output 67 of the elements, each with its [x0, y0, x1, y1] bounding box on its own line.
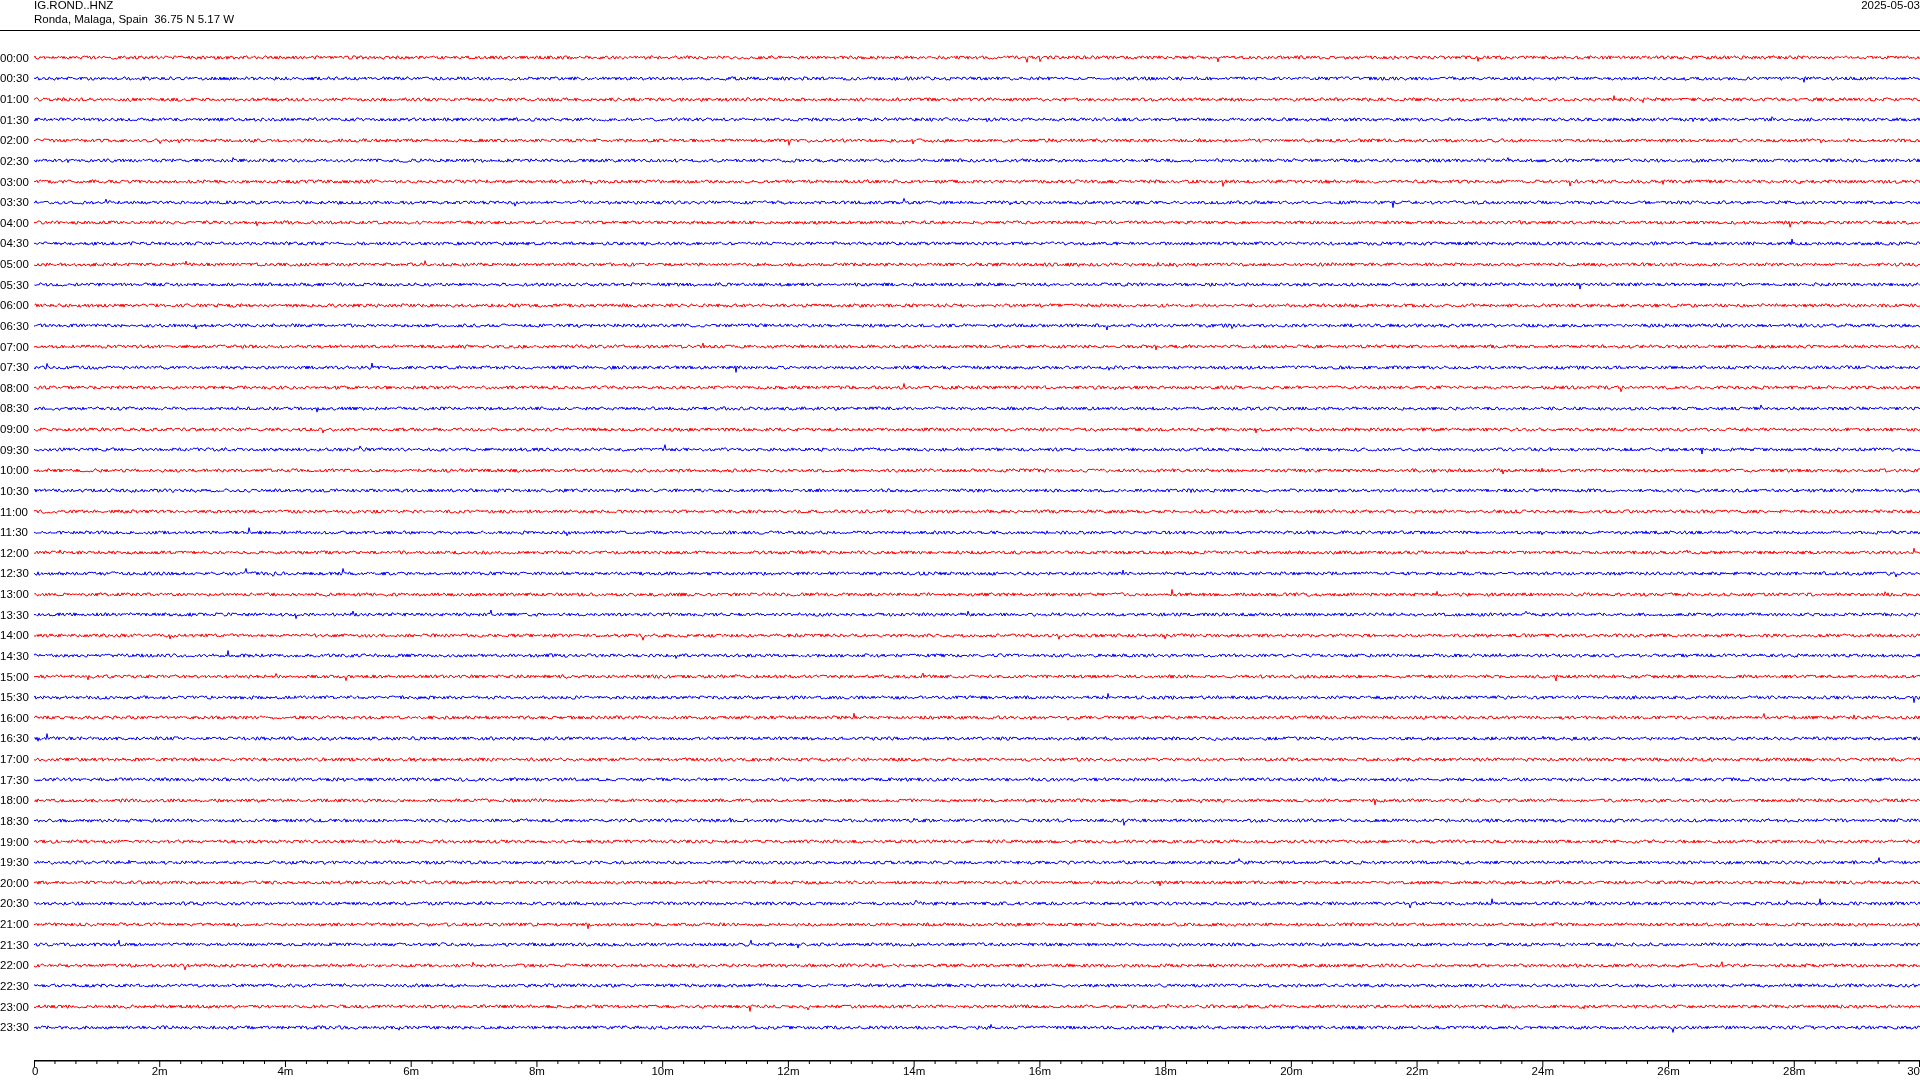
time-label: 21:30 [0, 938, 30, 951]
time-label: 05:00 [0, 258, 30, 271]
time-label: 13:30 [0, 608, 30, 621]
time-label: 01:30 [0, 113, 30, 126]
axis-tick-label: 8m [528, 1064, 545, 1077]
time-label: 16:30 [0, 732, 30, 745]
time-label: 00:00 [0, 51, 30, 64]
time-label: 13:00 [0, 588, 30, 601]
time-label: 19:30 [0, 856, 30, 869]
axis-tick-label: 12m [777, 1064, 800, 1077]
axis-tick-label: 4m [277, 1064, 294, 1077]
time-label: 15:30 [0, 691, 30, 704]
time-label: 12:00 [0, 546, 30, 559]
axis-tick-label: 20m [1280, 1064, 1303, 1077]
time-label: 14:00 [0, 629, 30, 642]
time-label: 10:00 [0, 464, 30, 477]
axis-tick-label: 16m [1028, 1064, 1052, 1077]
time-label: 16:00 [0, 711, 30, 724]
time-label: 08:30 [0, 402, 30, 415]
time-label: 11:00 [0, 505, 29, 518]
axis-tick-label: 6m [403, 1064, 420, 1077]
axis-tick-label: 18m [1154, 1064, 1177, 1077]
axis-tick-label: 0 [32, 1064, 39, 1077]
time-label: 20:30 [0, 897, 30, 910]
axis-tick-label: 28m [1783, 1064, 1806, 1077]
time-label: 09:00 [0, 423, 30, 436]
time-label: 17:00 [0, 753, 30, 766]
time-label: 22:30 [0, 979, 30, 992]
time-label: 23:30 [0, 1021, 30, 1034]
station-code: IG.ROND..HNZ [34, 0, 115, 12]
time-label: 03:30 [0, 196, 30, 209]
time-label: 12:30 [0, 567, 30, 580]
time-label: 10:30 [0, 484, 30, 497]
time-label: 01:00 [0, 93, 30, 106]
axis-tick-label: 26m [1657, 1064, 1680, 1077]
time-label: 07:00 [0, 340, 30, 353]
time-label: 17:30 [0, 773, 30, 786]
time-label: 06:30 [0, 319, 30, 332]
axis-tick-label: 24m [1531, 1064, 1554, 1077]
time-label: 04:30 [0, 237, 30, 250]
time-label: 02:30 [0, 154, 30, 167]
time-label: 21:00 [0, 918, 30, 931]
time-label: 05:30 [0, 278, 30, 291]
time-label: 08:00 [0, 381, 30, 394]
station-location: Ronda, Malaga, Spain 36.75 N 5.17 W [34, 12, 235, 26]
time-label: 18:30 [0, 814, 30, 827]
axis-tick-label: 30 [1907, 1064, 1920, 1077]
time-label: 14:30 [0, 649, 30, 662]
time-label: 23:00 [0, 1000, 30, 1013]
time-label: 00:30 [0, 72, 30, 85]
time-label: 15:00 [0, 670, 30, 683]
time-label: 20:00 [0, 876, 30, 889]
time-label: 04:00 [0, 216, 30, 229]
date-label: 2025-05-03 [1861, 0, 1920, 13]
time-label: 06:00 [0, 299, 30, 312]
time-label: 09:30 [0, 443, 30, 456]
time-label: 07:30 [0, 361, 30, 374]
axis-tick-label: 2m [151, 1064, 168, 1077]
time-label: 18:00 [0, 794, 30, 807]
axis-tick-label: 14m [902, 1064, 926, 1077]
time-label: 03:00 [0, 175, 30, 188]
time-label: 19:00 [0, 835, 30, 848]
axis-tick-label: 22m [1405, 1064, 1429, 1077]
time-label: 11:30 [0, 526, 29, 539]
axis-tick-label: 10m [651, 1064, 674, 1077]
time-label: 02:00 [0, 134, 30, 147]
time-label: 22:00 [0, 959, 30, 972]
